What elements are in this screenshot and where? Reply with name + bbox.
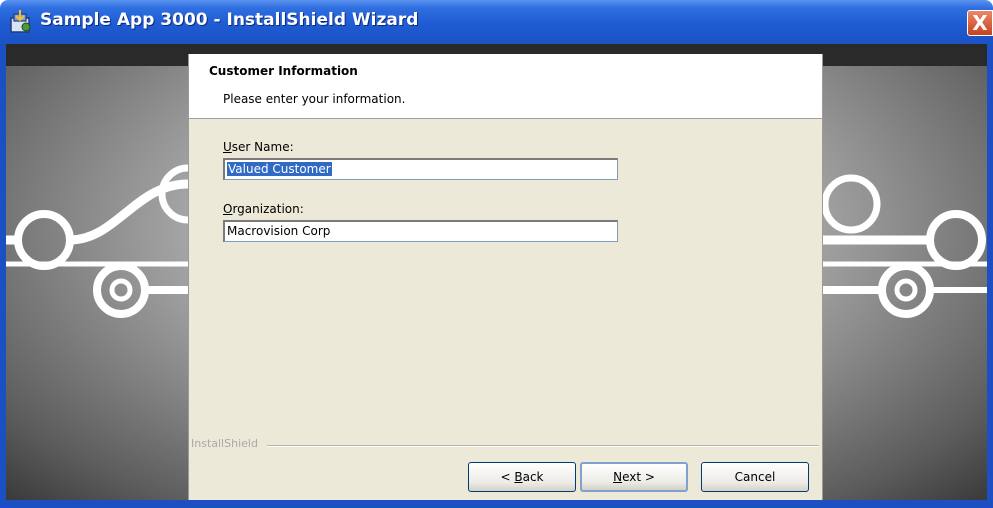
installer-window: Sample App 3000 - InstallShield Wizard X xyxy=(0,0,993,508)
cancel-button[interactable]: Cancel xyxy=(701,462,809,492)
organization-label-text: rganization: xyxy=(232,202,304,216)
back-label-pre: < xyxy=(500,470,515,484)
next-mnemonic: N xyxy=(613,470,623,484)
window-frame-right xyxy=(987,44,993,508)
organization-label: Organization: xyxy=(223,202,304,216)
page-subtitle: Please enter your information. xyxy=(223,92,406,106)
title-bar[interactable]: Sample App 3000 - InstallShield Wizard X xyxy=(0,0,993,44)
installshield-brand: InstallShield xyxy=(191,437,258,450)
user-name-mnemonic: U xyxy=(223,140,232,154)
window-frame-bottom xyxy=(0,500,993,508)
dialog-header: Customer Information Please enter your i… xyxy=(189,54,822,119)
back-label-post: ack xyxy=(522,470,544,484)
back-button[interactable]: < Back xyxy=(468,462,576,492)
next-button[interactable]: Next > xyxy=(580,462,688,492)
user-name-field[interactable]: Valued Customer xyxy=(223,158,618,180)
organization-field[interactable]: Macrovision Corp xyxy=(223,220,618,242)
organization-value: Macrovision Corp xyxy=(227,224,331,238)
user-name-label-text: ser Name: xyxy=(231,140,294,154)
user-name-value: Valued Customer xyxy=(227,162,332,176)
close-icon: X xyxy=(972,11,988,35)
back-mnemonic: B xyxy=(514,470,523,484)
window-title: Sample App 3000 - InstallShield Wizard xyxy=(40,10,419,30)
next-label-post: ext > xyxy=(622,470,655,484)
close-button[interactable]: X xyxy=(967,10,993,36)
installer-icon xyxy=(8,10,34,34)
wizard-dialog: Customer Information Please enter your i… xyxy=(188,54,823,500)
footer-divider xyxy=(267,445,819,447)
page-title: Customer Information xyxy=(209,64,358,78)
user-name-label: User Name: xyxy=(223,140,294,154)
